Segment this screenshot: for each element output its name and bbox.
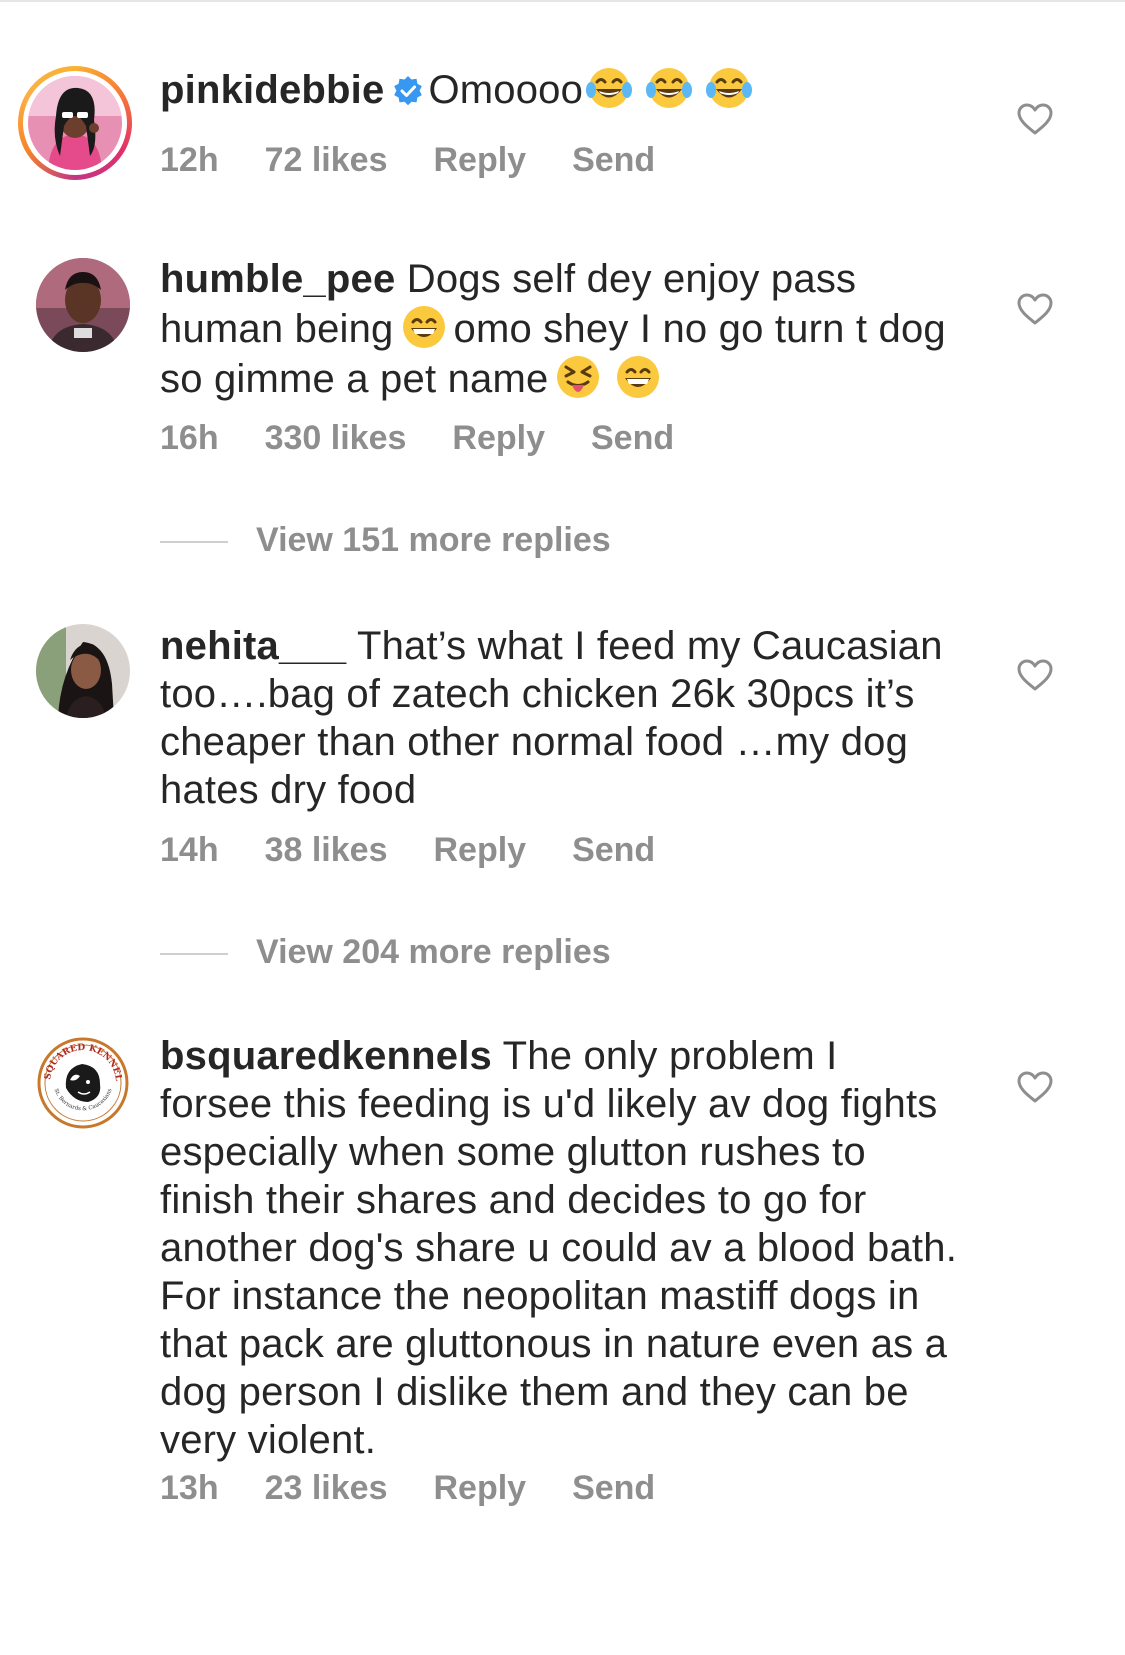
timestamp: 16h <box>160 419 219 457</box>
likes-count[interactable]: 38 likes <box>265 830 388 870</box>
comment-meta: 14h 38 likes Reply Send <box>160 830 701 870</box>
avatar[interactable]: BSQUARED KENNELS St. Bernards & Caucasia… <box>36 1036 130 1130</box>
likes-count[interactable]: 72 likes <box>265 140 388 180</box>
username[interactable]: pinkidebbie <box>160 68 384 112</box>
likes-count[interactable]: 23 likes <box>265 1468 388 1508</box>
comment-meta: 13h 23 likes Reply Send <box>160 1468 701 1508</box>
comment-body: pinkidebbie Omoooo <box>160 64 960 114</box>
top-divider <box>0 0 1125 2</box>
avatar[interactable] <box>36 624 130 718</box>
replies-divider <box>160 541 228 544</box>
send-button[interactable]: Send <box>572 140 655 180</box>
comment-text: Omoooo <box>428 68 584 112</box>
likes-count[interactable]: 330 likes <box>265 418 407 458</box>
heart-outline-icon[interactable] <box>1016 102 1054 136</box>
comment-meta: 12h 72 likes Reply Send <box>160 140 701 180</box>
grinning-face-emoji <box>617 356 660 398</box>
send-button[interactable]: Send <box>591 418 674 458</box>
comment-text: The only problem I forsee this feeding i… <box>160 1034 958 1462</box>
username[interactable]: humble_pee <box>160 257 395 301</box>
avatar-story-ring[interactable] <box>18 66 132 180</box>
comment-body: bsquaredkennels The only problem I forse… <box>160 1032 960 1464</box>
kennel-logo: BSQUARED KENNELS St. Bernards & Caucasia… <box>36 1036 130 1130</box>
comment-meta: 16h 330 likes Reply Send <box>160 418 720 458</box>
view-more-replies[interactable]: View 204 more replies <box>160 932 611 972</box>
squinting-face-with-tongue-emoji <box>557 356 600 398</box>
replies-divider <box>160 953 228 956</box>
grinning-face-emoji <box>402 306 445 348</box>
heart-outline-icon[interactable] <box>1016 658 1054 692</box>
view-replies-label[interactable]: View 151 more replies <box>256 521 611 559</box>
username[interactable]: bsquaredkennels <box>160 1034 492 1078</box>
view-replies-label[interactable]: View 204 more replies <box>256 933 611 971</box>
timestamp: 13h <box>160 1469 219 1507</box>
reply-button[interactable]: Reply <box>433 1468 526 1508</box>
face-with-tears-of-joy-emoji <box>586 68 633 108</box>
reply-button[interactable]: Reply <box>433 140 526 180</box>
heart-outline-icon[interactable] <box>1016 292 1054 326</box>
comment-body: humble_pee Dogs self dey enjoy pass huma… <box>160 255 960 403</box>
view-more-replies[interactable]: View 151 more replies <box>160 520 611 560</box>
timestamp: 12h <box>160 141 219 179</box>
avatar[interactable] <box>36 258 130 352</box>
verified-badge-icon <box>394 76 423 106</box>
heart-outline-icon[interactable] <box>1016 1070 1054 1104</box>
reply-button[interactable]: Reply <box>433 830 526 870</box>
avatar <box>28 76 122 170</box>
face-with-tears-of-joy-emoji <box>646 68 693 108</box>
timestamp: 14h <box>160 831 219 869</box>
send-button[interactable]: Send <box>572 830 655 870</box>
face-with-tears-of-joy-emoji <box>706 68 753 108</box>
reply-button[interactable]: Reply <box>452 418 545 458</box>
send-button[interactable]: Send <box>572 1468 655 1508</box>
comment-body: nehita___ That’s what I feed my Caucasia… <box>160 622 960 814</box>
username[interactable]: nehita___ <box>160 624 346 668</box>
